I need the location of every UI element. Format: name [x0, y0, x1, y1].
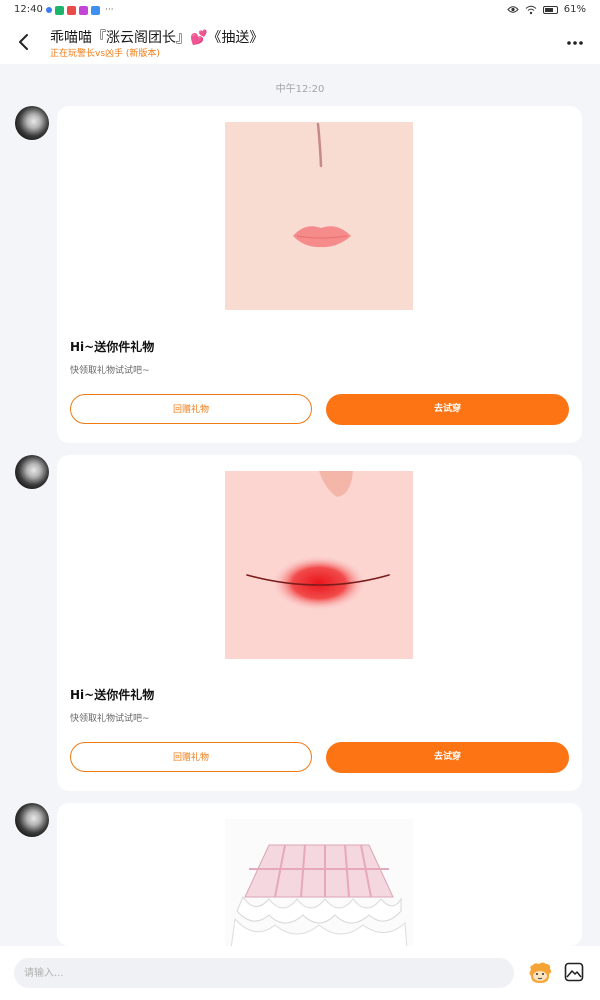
gift-message-card: Hi~送你件礼物 快领取礼物试试吧~ 回赠礼物 去试穿 — [57, 106, 582, 443]
avatar[interactable] — [15, 803, 49, 837]
gift-item-image[interactable] — [225, 122, 413, 310]
gift-description: 快领取礼物试试吧~ — [70, 714, 150, 724]
chat-title: 乖喵喵『涨云阁团长』💕《抽送》 — [50, 30, 264, 46]
return-gift-button[interactable]: 回赠礼物 — [70, 394, 312, 424]
gift-title: Hi~送你件礼物 — [70, 340, 155, 354]
try-on-button[interactable]: 去试穿 — [326, 742, 569, 773]
battery-icon — [542, 5, 558, 14]
status-bar: 12:40 ··· 61% — [0, 0, 600, 22]
back-arrow-icon[interactable] — [14, 32, 34, 52]
app-notification-icon — [91, 5, 100, 15]
more-notifications: ··· — [105, 5, 114, 15]
app-notification-icon — [67, 5, 76, 15]
notification-dot-icon — [46, 7, 52, 13]
battery-level: 61% — [563, 4, 586, 15]
eye-icon — [507, 6, 519, 13]
status-time: 12:40 — [14, 4, 43, 15]
app-notification-icon — [55, 5, 64, 15]
emoji-icon[interactable] — [527, 960, 553, 986]
gift-title: Hi~送你件礼物 — [70, 688, 155, 702]
notification-icons: ··· — [46, 5, 114, 15]
image-icon[interactable] — [564, 962, 584, 982]
chat-subtitle-status: 正在玩警长vs凶手 (新版本) — [50, 49, 160, 59]
gift-message-card — [57, 803, 582, 946]
gift-message-card: Hi~送你件礼物 快领取礼物试试吧~ 回赠礼物 去试穿 — [57, 455, 582, 791]
avatar[interactable] — [15, 455, 49, 489]
return-gift-button[interactable]: 回赠礼物 — [70, 742, 312, 772]
status-indicators: 61% — [507, 4, 586, 15]
message-timestamp: 中午12:20 — [275, 84, 325, 95]
wifi-icon — [525, 5, 537, 14]
message-input[interactable] — [14, 958, 514, 988]
more-icon[interactable] — [566, 34, 584, 52]
gift-item-image[interactable] — [225, 819, 413, 946]
gift-description: 快领取礼物试试吧~ — [70, 366, 150, 376]
avatar[interactable] — [15, 106, 49, 140]
chat-header: 乖喵喵『涨云阁团长』💕《抽送》 正在玩警长vs凶手 (新版本) — [0, 22, 600, 64]
try-on-button[interactable]: 去试穿 — [326, 394, 569, 425]
input-bar — [0, 946, 600, 1000]
gift-item-image[interactable] — [225, 471, 413, 659]
app-notification-icon — [79, 5, 88, 15]
